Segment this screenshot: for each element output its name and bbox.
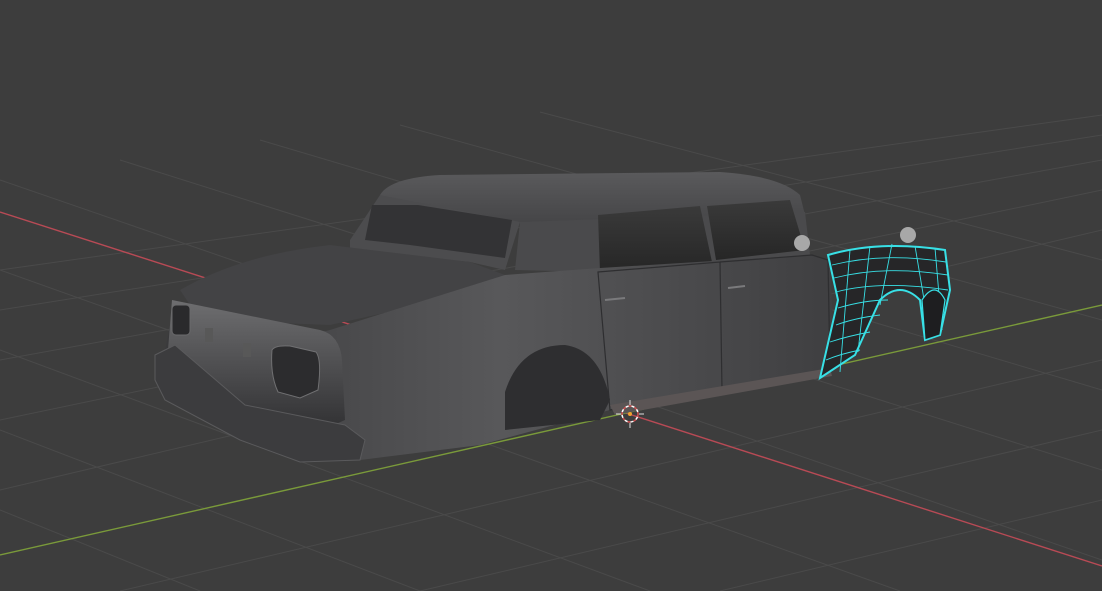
side-mirror-left [794, 235, 810, 251]
3d-viewport[interactable] [0, 0, 1102, 591]
origin-icon [628, 412, 632, 416]
front-fender-selection[interactable] [818, 243, 952, 381]
side-mirror-right [900, 227, 916, 243]
car-body-mesh[interactable] [154, 172, 835, 463]
